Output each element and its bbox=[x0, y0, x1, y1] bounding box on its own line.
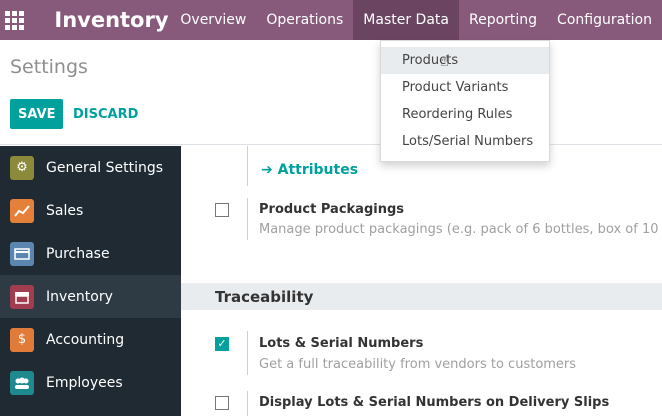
product-packagings-desc: Manage product packagings (e.g. pack of … bbox=[259, 222, 662, 237]
sidebar-item-label: Accounting bbox=[46, 331, 125, 348]
sidebar-item-accounting[interactable]: $ Accounting bbox=[0, 318, 181, 361]
settings-content: ➔ Attributes Product Packagings Manage p… bbox=[181, 146, 662, 416]
master-data-dropdown: Products Product Variants Reordering Rul… bbox=[380, 40, 550, 162]
sidebar-item-label: Sales bbox=[46, 202, 84, 219]
display-lots-checkbox[interactable] bbox=[215, 396, 229, 410]
breadcrumb: Settings bbox=[10, 56, 88, 78]
control-panel: Settings SAVE DISCARD bbox=[0, 40, 662, 145]
divider bbox=[247, 198, 248, 240]
settings-sidebar: ⚙ General Settings Sales Purchase Invent… bbox=[0, 146, 181, 416]
app-title: Inventory bbox=[54, 8, 169, 32]
product-packagings-checkbox[interactable] bbox=[215, 203, 229, 217]
lots-serial-checkbox[interactable]: ✓ bbox=[215, 337, 229, 351]
section-header: Traceability bbox=[181, 283, 662, 310]
discard-button[interactable]: DISCARD bbox=[73, 99, 138, 129]
sidebar-item-label: Purchase bbox=[46, 245, 110, 262]
nav-master-data[interactable]: Master Data bbox=[353, 0, 459, 40]
save-button[interactable]: SAVE bbox=[10, 99, 64, 129]
attributes-link[interactable]: ➔ Attributes bbox=[261, 162, 358, 178]
sidebar-item-label: Employees bbox=[46, 374, 123, 391]
sidebar-item-purchase[interactable]: Purchase bbox=[0, 232, 181, 275]
sidebar-item-employees[interactable]: Employees bbox=[0, 361, 181, 404]
gear-icon: ⚙ bbox=[10, 155, 34, 180]
divider bbox=[247, 331, 248, 375]
check-icon: ✓ bbox=[217, 337, 227, 350]
lots-serial-title: Lots & Serial Numbers bbox=[259, 336, 424, 351]
menu-item-lots-serial-numbers[interactable]: Lots/Serial Numbers bbox=[381, 128, 549, 155]
hand-cursor-icon: ☝ bbox=[440, 52, 450, 70]
lots-serial-desc: Get a full traceability from vendors to … bbox=[259, 357, 577, 372]
sidebar-item-sales[interactable]: Sales bbox=[0, 189, 181, 232]
menu-item-product-variants[interactable]: Product Variants bbox=[381, 74, 549, 101]
sidebar-item-general-settings[interactable]: ⚙ General Settings bbox=[0, 146, 181, 189]
box-icon bbox=[10, 284, 34, 309]
divider bbox=[247, 391, 248, 416]
nav-overview[interactable]: Overview bbox=[170, 0, 256, 40]
menu-item-reordering-rules[interactable]: Reordering Rules bbox=[381, 101, 549, 128]
people-icon bbox=[10, 370, 34, 395]
display-lots-title: Display Lots & Serial Numbers on Deliver… bbox=[259, 395, 610, 410]
top-navbar: Inventory Overview Operations Master Dat… bbox=[0, 0, 662, 40]
product-packagings-title: Product Packagings bbox=[259, 202, 405, 217]
chart-icon bbox=[10, 198, 34, 223]
nav-operations[interactable]: Operations bbox=[256, 0, 353, 40]
apps-menu-icon[interactable] bbox=[0, 0, 29, 40]
sidebar-item-inventory[interactable]: Inventory bbox=[0, 275, 181, 318]
menu-item-products[interactable]: Products bbox=[381, 47, 549, 74]
section-title: Traceability bbox=[215, 288, 314, 306]
arrow-right-icon: ➔ bbox=[261, 162, 273, 178]
nav-reporting[interactable]: Reporting bbox=[459, 0, 547, 40]
attributes-link-label: Attributes bbox=[277, 162, 359, 178]
sidebar-item-label: General Settings bbox=[46, 159, 164, 176]
card-icon bbox=[10, 241, 34, 266]
sidebar-item-label: Inventory bbox=[46, 288, 113, 305]
nav-configuration[interactable]: Configuration bbox=[547, 0, 662, 40]
divider bbox=[247, 146, 248, 186]
dollar-icon: $ bbox=[10, 327, 34, 352]
